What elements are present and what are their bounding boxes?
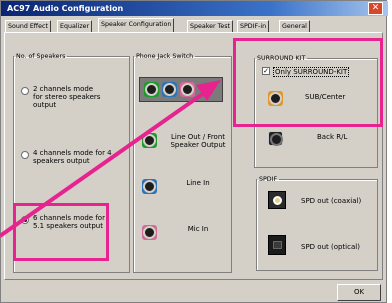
annotation-arrow	[0, 80, 221, 238]
annotation-arrow-line	[0, 91, 206, 238]
